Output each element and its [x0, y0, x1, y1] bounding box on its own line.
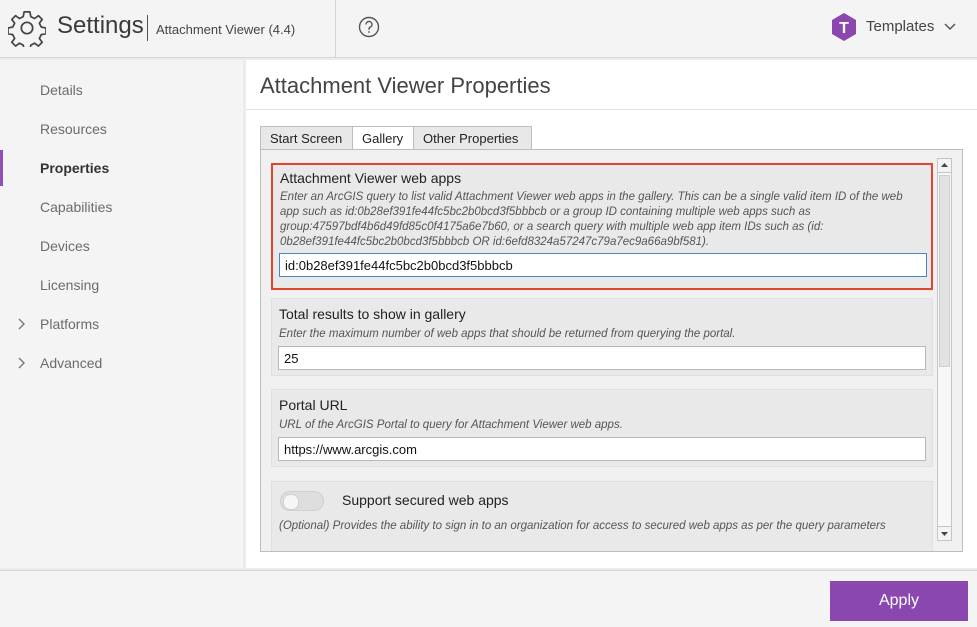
webapps-query-input[interactable] — [279, 253, 927, 277]
sidebar-item-label: Licensing — [40, 277, 100, 293]
title-divider — [246, 109, 977, 110]
total-results-field-description: Enter the maximum number of web apps tha… — [279, 328, 736, 340]
sidebar-item-devices[interactable]: Devices — [0, 228, 243, 264]
sidebar-item-label: Advanced — [40, 355, 103, 371]
sidebar-item-resources[interactable]: Resources — [0, 111, 243, 147]
sidebar-item-advanced[interactable]: Advanced — [0, 345, 243, 381]
secured-webapps-field-description: (Optional) Provides the ability to sign … — [279, 520, 886, 532]
app-title: Settings — [57, 12, 144, 39]
gallery-tab-panel: Attachment Viewer web apps Enter an ArcG… — [260, 149, 963, 552]
scroll-thumb[interactable] — [939, 175, 950, 367]
portal-url-input[interactable] — [278, 437, 926, 461]
tab-start-screen[interactable]: Start Screen — [260, 126, 353, 150]
sidebar-item-label: Platforms — [40, 316, 100, 332]
total-results-field-group: Total results to show in gallery Enter t… — [271, 298, 933, 376]
portal-url-field-description: URL of the ArcGIS Portal to query for At… — [279, 419, 623, 431]
sidebar-item-licensing[interactable]: Licensing — [0, 267, 243, 303]
sidebar-item-label: Properties — [40, 160, 110, 176]
sidebar-item-label: Devices — [40, 238, 90, 254]
portal-url-field-title: Portal URL — [279, 397, 348, 413]
secured-webapps-toggle[interactable] — [280, 491, 324, 511]
scroll-down-button[interactable] — [938, 526, 951, 540]
footer-bar: Apply — [0, 570, 977, 627]
sidebar-item-label: Capabilities — [40, 199, 113, 215]
templates-menu-label[interactable]: Templates — [866, 18, 934, 35]
portal-url-field-group: Portal URL URL of the ArcGIS Portal to q… — [271, 389, 933, 467]
chevron-down-icon[interactable] — [943, 22, 957, 32]
main-content: Attachment Viewer Properties Start Scree… — [246, 60, 977, 568]
sidebar: Details Resources Properties Capabilitie… — [0, 60, 243, 568]
title-separator — [147, 15, 148, 41]
app-header: Settings Attachment Viewer (4.4) T Templ… — [0, 0, 977, 58]
tab-other-properties[interactable]: Other Properties — [413, 126, 532, 150]
total-results-input[interactable] — [278, 346, 926, 370]
caret-down-icon — [941, 532, 948, 536]
gear-icon[interactable] — [8, 9, 46, 47]
sidebar-item-capabilities[interactable]: Capabilities — [0, 189, 243, 225]
templates-logo-letter: T — [839, 20, 849, 37]
header-divider — [335, 0, 336, 58]
secured-webapps-field-title: Support secured web apps — [342, 492, 509, 508]
apply-button[interactable]: Apply — [830, 581, 968, 621]
templates-logo-icon[interactable]: T — [831, 12, 857, 42]
chevron-right-icon — [18, 318, 25, 330]
app-subtitle: Attachment Viewer (4.4) — [156, 22, 296, 37]
sidebar-item-properties[interactable]: Properties — [0, 150, 243, 186]
help-icon[interactable] — [358, 16, 380, 38]
sidebar-item-platforms[interactable]: Platforms — [0, 306, 243, 342]
sidebar-item-label: Resources — [40, 121, 107, 137]
webapps-field-group: Attachment Viewer web apps Enter an ArcG… — [271, 163, 933, 290]
webapps-field-title: Attachment Viewer web apps — [280, 170, 462, 186]
total-results-field-title: Total results to show in gallery — [279, 306, 466, 322]
sidebar-item-label: Details — [40, 82, 83, 98]
scroll-up-button[interactable] — [938, 159, 951, 173]
tab-gallery[interactable]: Gallery — [352, 126, 414, 150]
panel-scrollbar[interactable] — [937, 158, 952, 541]
caret-up-icon — [941, 163, 948, 167]
secured-webapps-field-group: Support secured web apps (Optional) Prov… — [271, 481, 933, 551]
chevron-right-icon — [18, 357, 25, 369]
webapps-field-description: Enter an ArcGIS query to list valid Atta… — [280, 191, 903, 248]
page-title: Attachment Viewer Properties — [260, 73, 551, 98]
sidebar-item-details[interactable]: Details — [0, 72, 243, 108]
